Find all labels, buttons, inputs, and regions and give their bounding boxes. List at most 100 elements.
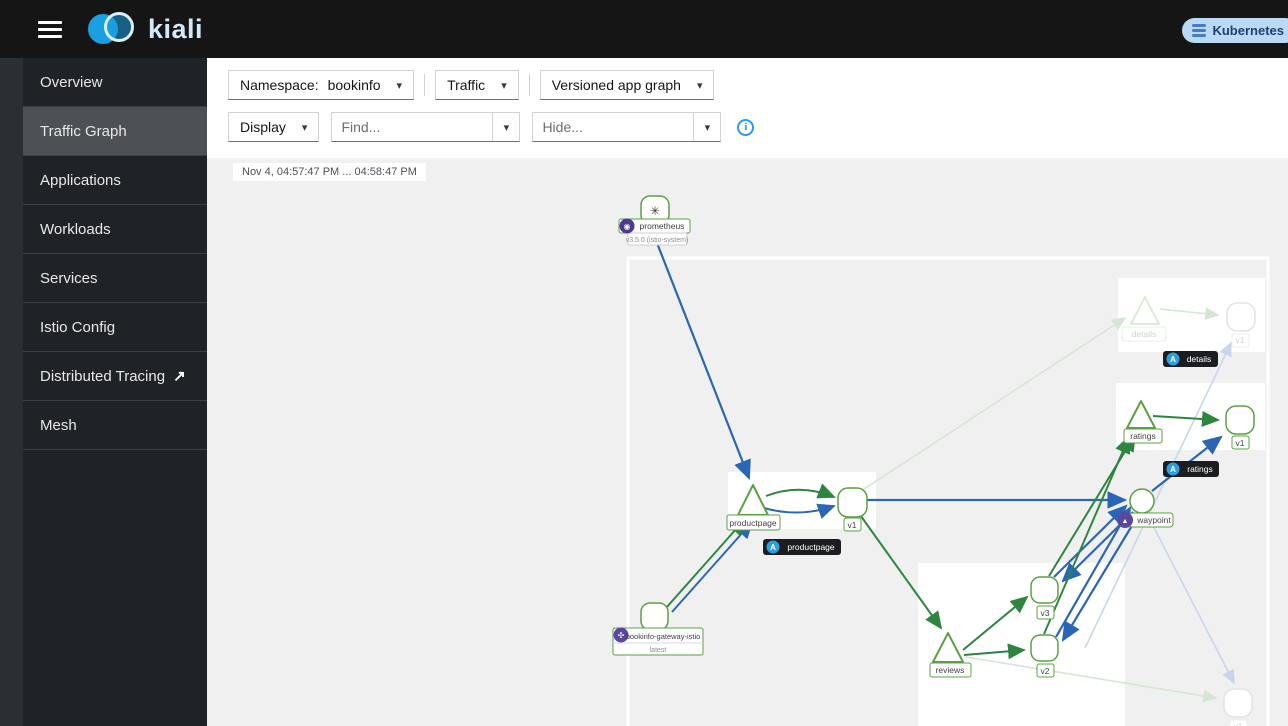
sidebar: Overview Traffic Graph Applications Work… <box>0 58 207 726</box>
cluster-badge-label: Kubernetes <box>1212 23 1284 38</box>
edge-gateway-to-productpage-blue[interactable] <box>671 520 754 613</box>
label-details-service[interactable]: details <box>1121 326 1167 342</box>
sidebar-item-istio-config[interactable]: Istio Config <box>23 303 207 352</box>
svg-text:productpage: productpage <box>787 542 835 552</box>
hide-input[interactable] <box>533 113 694 141</box>
svg-text:v2: v2 <box>1041 666 1050 676</box>
sidebar-item-distributed-tracing[interactable]: Distributed Tracing ↗ <box>23 352 207 401</box>
edge-productpage-to-details-idle[interactable] <box>860 317 1127 492</box>
namespace-value: bookinfo <box>327 77 381 93</box>
node-productpage-v1[interactable] <box>837 487 868 518</box>
label-gateway[interactable]: ✣ bookinfo-gateway-istio latest <box>612 627 704 656</box>
svg-text:productpage: productpage <box>729 518 777 528</box>
sidebar-item-applications[interactable]: Applications <box>23 156 207 205</box>
svg-text:reviews: reviews <box>936 665 965 675</box>
traffic-graph-svg: ✳ ◉ prometheus v3.5.0 (istio-system) det… <box>612 195 1270 726</box>
find-hide-help-icon[interactable]: i <box>737 118 755 136</box>
svg-text:prometheus: prometheus <box>640 221 685 231</box>
svg-text:latest: latest <box>650 647 667 654</box>
chevron-down-icon: ▾ <box>301 121 308 134</box>
prometheus-node-icon: ✳ <box>650 204 660 218</box>
label-bottom-idle-v1[interactable]: v1 <box>1229 719 1248 726</box>
sidebar-item-overview[interactable]: Overview <box>23 58 207 107</box>
node-ratings-v1[interactable] <box>1225 405 1255 435</box>
kubernetes-icon <box>1192 24 1207 37</box>
sidebar-item-mesh[interactable]: Mesh <box>23 401 207 450</box>
app-badge-details[interactable]: A details <box>1163 351 1218 367</box>
external-link-icon: ↗ <box>173 368 186 385</box>
kiali-logo: kiali <box>88 12 203 46</box>
node-bookinfo-gateway[interactable] <box>640 602 669 631</box>
svg-text:v1: v1 <box>1236 438 1245 448</box>
node-reviews-v3[interactable] <box>1030 576 1059 604</box>
namespace-dropdown[interactable]: Namespace: bookinfo ▾ <box>228 70 415 100</box>
label-ratings-service[interactable]: ratings <box>1123 428 1163 444</box>
find-group: ▾ <box>331 112 521 142</box>
brand-name: kiali <box>148 13 204 44</box>
svg-text:A: A <box>770 543 776 552</box>
edge-prometheus-to-productpage[interactable] <box>655 242 751 481</box>
svg-text:A: A <box>1170 355 1176 364</box>
node-reviews-v2[interactable] <box>1030 634 1059 662</box>
toolbar-separator <box>528 74 530 96</box>
namespace-label: Namespace: <box>240 77 319 93</box>
graph-type-dropdown[interactable]: Versioned app graph ▾ <box>539 70 715 100</box>
hide-options-caret[interactable]: ▾ <box>693 113 720 141</box>
svg-text:details: details <box>1132 329 1157 339</box>
svg-text:v1: v1 <box>1234 721 1243 726</box>
traffic-dropdown[interactable]: Traffic ▾ <box>435 70 519 100</box>
svg-text:details: details <box>1187 354 1212 364</box>
find-input[interactable] <box>332 113 493 141</box>
chevron-down-icon: ▾ <box>704 121 711 134</box>
label-productpage-v1[interactable]: v1 <box>843 517 862 532</box>
kiali-logo-icon <box>88 12 140 46</box>
label-details-v1[interactable]: v1 <box>1231 333 1250 348</box>
sidebar-item-services[interactable]: Services <box>23 254 207 303</box>
svg-text:ratings: ratings <box>1130 431 1156 441</box>
kubernetes-cluster-badge[interactable]: Kubernetes <box>1182 18 1288 43</box>
masthead: kiali Kubernetes <box>0 0 1288 58</box>
app-badge-ratings[interactable]: A ratings <box>1163 461 1219 477</box>
edge-waypoint-to-bottom-node-idle[interactable] <box>1146 513 1235 685</box>
hide-group: ▾ <box>532 112 722 142</box>
svg-text:v1: v1 <box>1236 335 1245 345</box>
find-options-caret[interactable]: ▾ <box>492 113 519 141</box>
svg-text:bookinfo-gateway-istio: bookinfo-gateway-istio <box>626 632 701 641</box>
svg-text:ratings: ratings <box>1187 464 1213 474</box>
gateway-badge-glyph: ✣ <box>618 631 625 640</box>
display-dropdown[interactable]: Display ▾ <box>228 112 320 142</box>
label-reviews-service[interactable]: reviews <box>929 662 972 678</box>
node-bottom-idle[interactable] <box>1223 688 1253 718</box>
label-ratings-v1[interactable]: v1 <box>1231 435 1250 450</box>
svg-text:waypoint: waypoint <box>1136 515 1171 525</box>
main-content: Namespace: bookinfo ▾ Traffic ▾ Versione… <box>207 58 1288 726</box>
svg-text:v3.5.0 (istio-system): v3.5.0 (istio-system) <box>626 237 689 244</box>
chevron-down-icon: ▾ <box>696 79 703 92</box>
sidebar-item-traffic-graph[interactable]: Traffic Graph <box>23 107 207 156</box>
label-reviews-v2[interactable]: v2 <box>1036 663 1055 678</box>
chevron-down-icon: ▾ <box>503 121 510 134</box>
chevron-down-icon: ▾ <box>396 79 403 92</box>
edge-reviews-v3-to-ratings[interactable] <box>1048 433 1137 577</box>
node-waypoint[interactable] <box>1129 488 1155 514</box>
label-reviews-v3[interactable]: v3 <box>1036 605 1055 620</box>
graph-toolbar-primary: Namespace: bookinfo ▾ Traffic ▾ Versione… <box>228 70 715 100</box>
waypoint-badge-glyph: ▲ <box>1122 518 1129 525</box>
prometheus-badge-glyph: ◉ <box>624 222 631 231</box>
chevron-down-icon: ▾ <box>501 79 507 92</box>
label-prometheus[interactable]: ◉ prometheus v3.5.0 (istio-system) <box>618 218 691 246</box>
sidebar-item-workloads[interactable]: Workloads <box>23 205 207 254</box>
node-details-v1[interactable] <box>1226 302 1256 332</box>
hamburger-menu-icon[interactable] <box>38 20 62 38</box>
graph-time-range: Nov 4, 04:57:47 PM ... 04:58:47 PM <box>233 163 426 181</box>
label-productpage-service[interactable]: productpage <box>726 514 781 531</box>
edge-gateway-to-productpage-green[interactable] <box>665 517 747 609</box>
svg-text:v3: v3 <box>1041 608 1050 618</box>
label-waypoint[interactable]: ▲ waypoint <box>1117 512 1174 528</box>
svg-text:v1: v1 <box>848 520 857 530</box>
toolbar-separator <box>424 74 426 96</box>
svg-text:A: A <box>1170 465 1176 474</box>
traffic-graph-canvas[interactable]: Nov 4, 04:57:47 PM ... 04:58:47 PM ✳ ◉ p… <box>207 158 1288 726</box>
graph-toolbar-secondary: Display ▾ ▾ ▾ i <box>228 112 755 142</box>
app-badge-productpage[interactable]: A productpage <box>763 539 841 555</box>
